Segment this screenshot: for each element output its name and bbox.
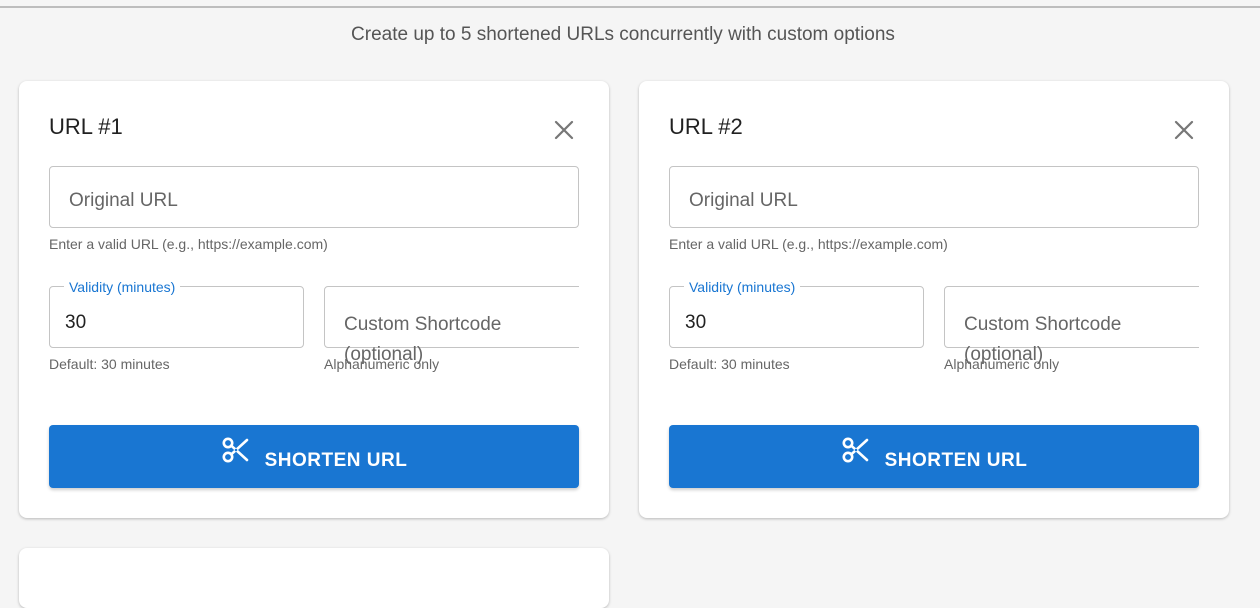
url-card-2: URL #2 Original URL Enter a valid URL (e… [639,81,1229,518]
validity-value[interactable]: 30 [685,312,706,334]
validity-helper: Default: 30 minutes [49,356,170,372]
shorten-url-label: SHORTEN URL [884,449,1028,471]
validity-label: Validity (minutes) [64,279,181,295]
shorten-url-button[interactable]: SHORTEN URL [669,425,1199,488]
scissors-icon [841,436,869,464]
close-icon [554,120,574,140]
url-card-1: URL #1 Original URL Enter a valid URL (e… [19,81,609,518]
shortcode-group: Alphanumeric only Custom Shortcode (opti… [324,286,579,381]
shortcode-placeholder: Custom Shortcode (optional) [964,314,1122,365]
shorten-url-button[interactable]: SHORTEN URL [49,425,579,488]
shorten-url-label: SHORTEN URL [264,449,408,471]
original-url-input[interactable]: Original URL [49,166,579,228]
page-subtitle: Create up to 5 shortened URLs concurrent… [351,24,895,45]
url-card-3 [19,548,609,608]
validity-label: Validity (minutes) [684,279,801,295]
original-url-helper: Enter a valid URL (e.g., https://example… [49,236,328,252]
remove-url-button[interactable] [549,115,579,145]
original-url-helper: Enter a valid URL (e.g., https://example… [669,236,948,252]
remove-url-button[interactable] [1169,115,1199,145]
validity-input[interactable]: Validity (minutes) 30 [669,279,924,348]
original-url-input[interactable]: Original URL [669,166,1199,228]
validity-helper: Default: 30 minutes [669,356,790,372]
original-url-placeholder: Original URL [689,190,798,211]
original-url-placeholder: Original URL [69,190,178,211]
top-divider [0,0,1260,8]
close-icon [1174,120,1194,140]
shortcode-placeholder: Custom Shortcode (optional) [344,314,502,365]
shortcode-group: Alphanumeric only Custom Shortcode (opti… [944,286,1199,381]
scissors-icon [221,436,249,464]
card-title: URL #2 [669,114,743,139]
card-title: URL #1 [49,114,123,139]
validity-input[interactable]: Validity (minutes) 30 [49,279,304,348]
validity-value[interactable]: 30 [65,312,86,334]
